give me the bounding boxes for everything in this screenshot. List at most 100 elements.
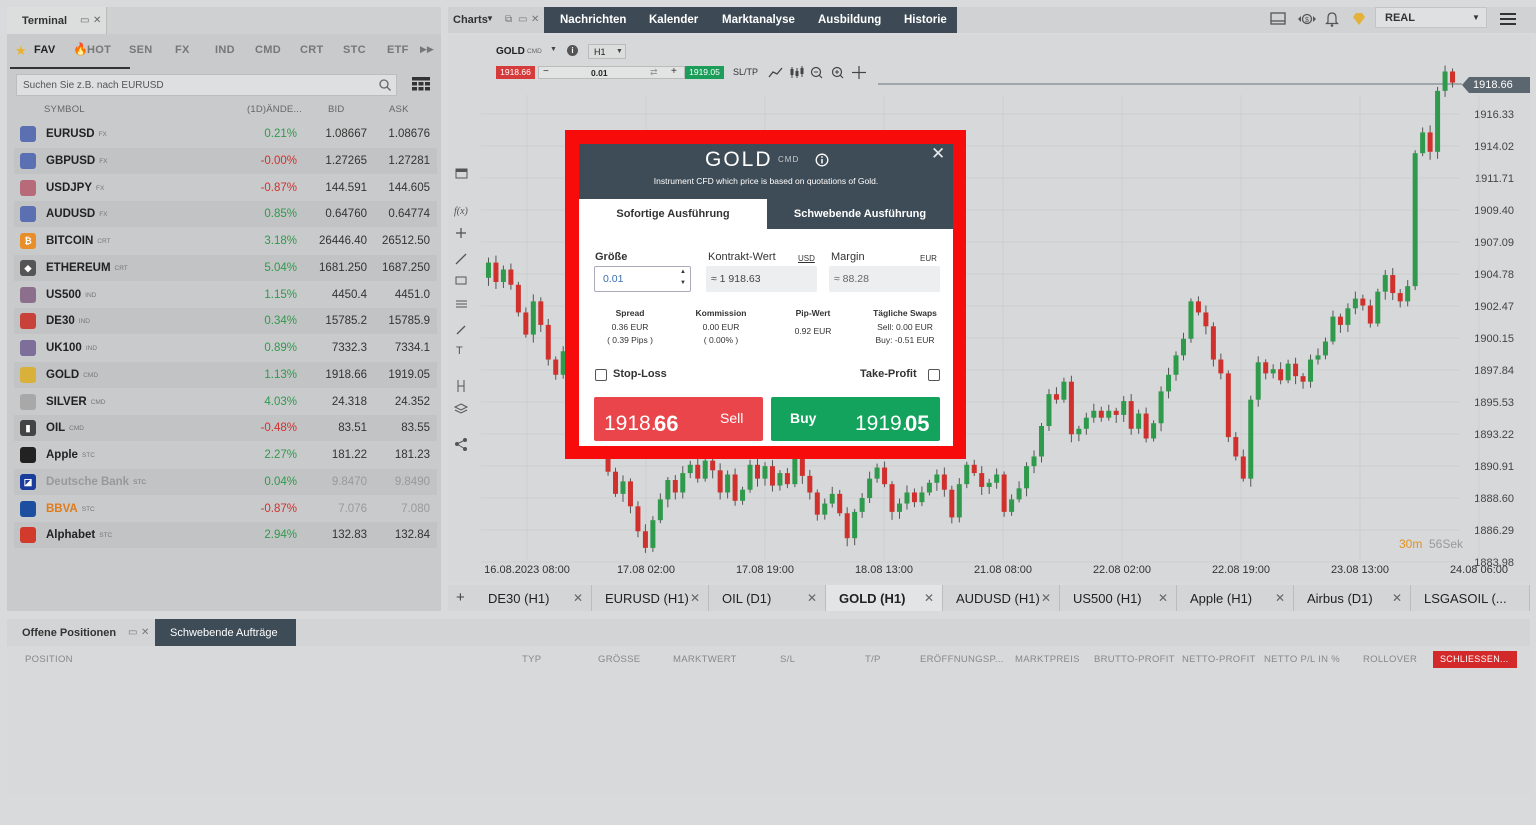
column-header-change[interactable]: (1D)ÄNDE... — [247, 104, 302, 115]
chart-tab[interactable]: GOLD (H1) ✕ — [826, 585, 943, 611]
nav-item-kalender[interactable]: Kalender — [649, 14, 698, 26]
search-input[interactable]: Suchen Sie z.B. nach EURUSD — [16, 74, 397, 96]
instrument-bid[interactable]: 1.08667 — [325, 128, 367, 140]
instrument-bid[interactable]: 7.076 — [338, 503, 367, 515]
instrument-ask[interactable]: 132.84 — [395, 529, 430, 541]
transfer-icon[interactable]: $ — [1298, 12, 1316, 26]
layout-icon[interactable] — [1270, 12, 1286, 26]
close-icon[interactable]: ✕ — [807, 591, 817, 605]
search-icon[interactable] — [379, 79, 391, 91]
nav-item-ausbildung[interactable]: Ausbildung — [818, 14, 881, 26]
positions-column-header[interactable]: ROLLOVER — [1363, 654, 1417, 665]
stepper-up-icon[interactable]: ▲ — [680, 269, 686, 275]
nav-item-nachrichten[interactable]: Nachrichten — [560, 14, 626, 26]
close-icon[interactable]: ✕ — [573, 591, 583, 605]
maximize-icon[interactable]: ▭ — [128, 627, 137, 638]
instrument-row[interactable]: DE30 IND 0.34% 15785.2 15785.9 — [14, 308, 437, 335]
positions-column-header[interactable]: MARKTPREIS — [1015, 654, 1080, 665]
contract-currency[interactable]: USD — [798, 254, 815, 263]
instrument-ask[interactable]: 26512.50 — [382, 235, 430, 247]
instrument-ask[interactable]: 181.23 — [395, 449, 430, 461]
popout-icon[interactable]: ⧉ — [505, 14, 512, 25]
instrument-row[interactable]: ◪ Deutsche Bank STC 0.04% 9.8470 9.8490 — [14, 468, 437, 495]
stop-loss-label[interactable]: Stop-Loss — [613, 368, 667, 380]
instrument-ask[interactable]: 7.080 — [401, 503, 430, 515]
tab-instant-execution[interactable]: Sofortige Ausführung — [579, 199, 767, 229]
chart-tab[interactable]: EURUSD (H1) ✕ — [592, 585, 709, 611]
instrument-bid[interactable]: 1.27265 — [325, 155, 367, 167]
add-chart-icon[interactable]: + — [456, 589, 465, 606]
tab-open-positions[interactable]: Offene Positionen — [22, 627, 116, 639]
instrument-bid[interactable]: 132.83 — [332, 529, 367, 541]
positions-column-header[interactable]: ERÖFFNUNGSP... — [920, 654, 1004, 665]
instrument-row[interactable]: UK100 IND 0.89% 7332.3 7334.1 — [14, 335, 437, 361]
chart-tab[interactable]: OIL (D1) ✕ — [709, 585, 826, 611]
chart-tab[interactable]: Apple (H1) ✕ — [1177, 585, 1294, 611]
positions-column-header[interactable]: NETTO-PROFIT — [1182, 654, 1256, 665]
instrument-bid[interactable]: 1681.250 — [319, 262, 367, 274]
take-profit-label[interactable]: Take-Profit — [860, 368, 917, 380]
instrument-row[interactable]: Apple STC 2.27% 181.22 181.23 — [14, 442, 437, 468]
instrument-ask[interactable]: 1.27281 — [388, 155, 430, 167]
category-tab-hot[interactable]: HOT — [87, 44, 111, 56]
column-header-ask[interactable]: ASK — [389, 104, 409, 115]
chart-tab[interactable]: DE30 (H1) ✕ — [475, 585, 592, 611]
nav-item-historie[interactable]: Historie — [904, 14, 947, 26]
instrument-row[interactable]: ◆ ETHEREUM CRT 5.04% 1681.250 1687.250 — [14, 254, 437, 281]
take-profit-checkbox[interactable] — [928, 369, 940, 381]
category-tab-fx[interactable]: FX — [175, 44, 190, 56]
nav-item-marktanalyse[interactable]: Marktanalyse — [722, 14, 795, 26]
close-icon[interactable]: ✕ — [1392, 591, 1402, 605]
instrument-ask[interactable]: 4451.0 — [395, 289, 430, 301]
instrument-bid[interactable]: 1918.66 — [325, 369, 367, 381]
terminal-tab[interactable]: Terminal ▭ ✕ — [7, 7, 107, 34]
instrument-row[interactable]: USDJPY FX -0.87% 144.591 144.605 — [14, 175, 437, 201]
more-categories-icon[interactable]: ▶▶ — [420, 44, 434, 55]
close-all-button[interactable]: SCHLIESSEN... — [1433, 651, 1517, 668]
account-mode-select[interactable]: REAL ▼ — [1375, 7, 1487, 28]
instrument-row[interactable]: AUDUSD FX 0.85% 0.64760 0.64774 — [14, 201, 437, 228]
chart-tab[interactable]: LSGASOIL (... — [1411, 585, 1530, 611]
charts-tab[interactable]: Charts ▼ ⧉ ▭ ✕ — [448, 7, 544, 33]
close-icon[interactable]: ✕ — [1158, 591, 1168, 605]
instrument-row[interactable]: GOLD CMD 1.13% 1918.66 1919.05 — [14, 361, 437, 388]
instrument-ask[interactable]: 9.8490 — [395, 476, 430, 488]
instrument-ask[interactable]: 144.605 — [388, 182, 430, 194]
positions-column-header[interactable]: TYP — [522, 654, 541, 665]
category-tab-crt[interactable]: CRT — [300, 44, 324, 56]
instrument-row[interactable]: BBVA STC -0.87% 7.076 7.080 — [14, 496, 437, 522]
stop-loss-checkbox[interactable] — [595, 369, 607, 381]
tab-pending-orders[interactable]: Schwebende Aufträge — [155, 619, 296, 646]
instrument-row[interactable]: Alphabet STC 2.94% 132.83 132.84 — [14, 522, 437, 549]
instrument-row[interactable]: US500 IND 1.15% 4450.4 4451.0 — [14, 282, 437, 308]
instrument-bid[interactable]: 15785.2 — [325, 315, 367, 327]
category-tab-ind[interactable]: IND — [215, 44, 235, 56]
close-icon[interactable]: ✕ — [924, 591, 934, 605]
grid-view-icon[interactable] — [412, 77, 430, 91]
info-icon[interactable] — [815, 153, 829, 167]
instrument-ask[interactable]: 7334.1 — [395, 342, 430, 354]
instrument-row[interactable]: SILVER CMD 4.03% 24.318 24.352 — [14, 389, 437, 415]
close-icon[interactable]: ✕ — [690, 591, 700, 605]
chart-tab[interactable]: Airbus (D1) ✕ — [1294, 585, 1411, 611]
instrument-bid[interactable]: 24.318 — [332, 396, 367, 408]
close-icon[interactable]: ✕ — [141, 627, 149, 638]
instrument-bid[interactable]: 181.22 — [332, 449, 367, 461]
category-tab-cmd[interactable]: CMD — [255, 44, 281, 56]
positions-column-header[interactable]: MARKTWERT — [673, 654, 737, 665]
instrument-row[interactable]: ₿ BITCOIN CRT 3.18% 26446.40 26512.50 — [14, 228, 437, 254]
category-tab-fav[interactable]: FAV — [34, 44, 55, 56]
stepper-down-icon[interactable]: ▼ — [680, 280, 686, 286]
instrument-ask[interactable]: 1.08676 — [388, 128, 430, 140]
category-tab-stc[interactable]: STC — [343, 44, 366, 56]
sell-button[interactable]: 1918. 66 Sell — [594, 397, 763, 441]
category-tab-etf[interactable]: ETF — [387, 44, 409, 56]
maximize-icon[interactable]: ▭ — [80, 15, 89, 26]
positions-column-header[interactable]: T/P — [865, 654, 881, 665]
instrument-ask[interactable]: 15785.9 — [388, 315, 430, 327]
maximize-icon[interactable]: ▭ — [518, 14, 527, 25]
premium-diamond-icon[interactable] — [1351, 12, 1367, 26]
menu-icon[interactable] — [1500, 12, 1516, 26]
positions-column-header[interactable]: NETTO P/L IN % — [1264, 654, 1340, 665]
instrument-bid[interactable]: 0.64760 — [325, 208, 367, 220]
